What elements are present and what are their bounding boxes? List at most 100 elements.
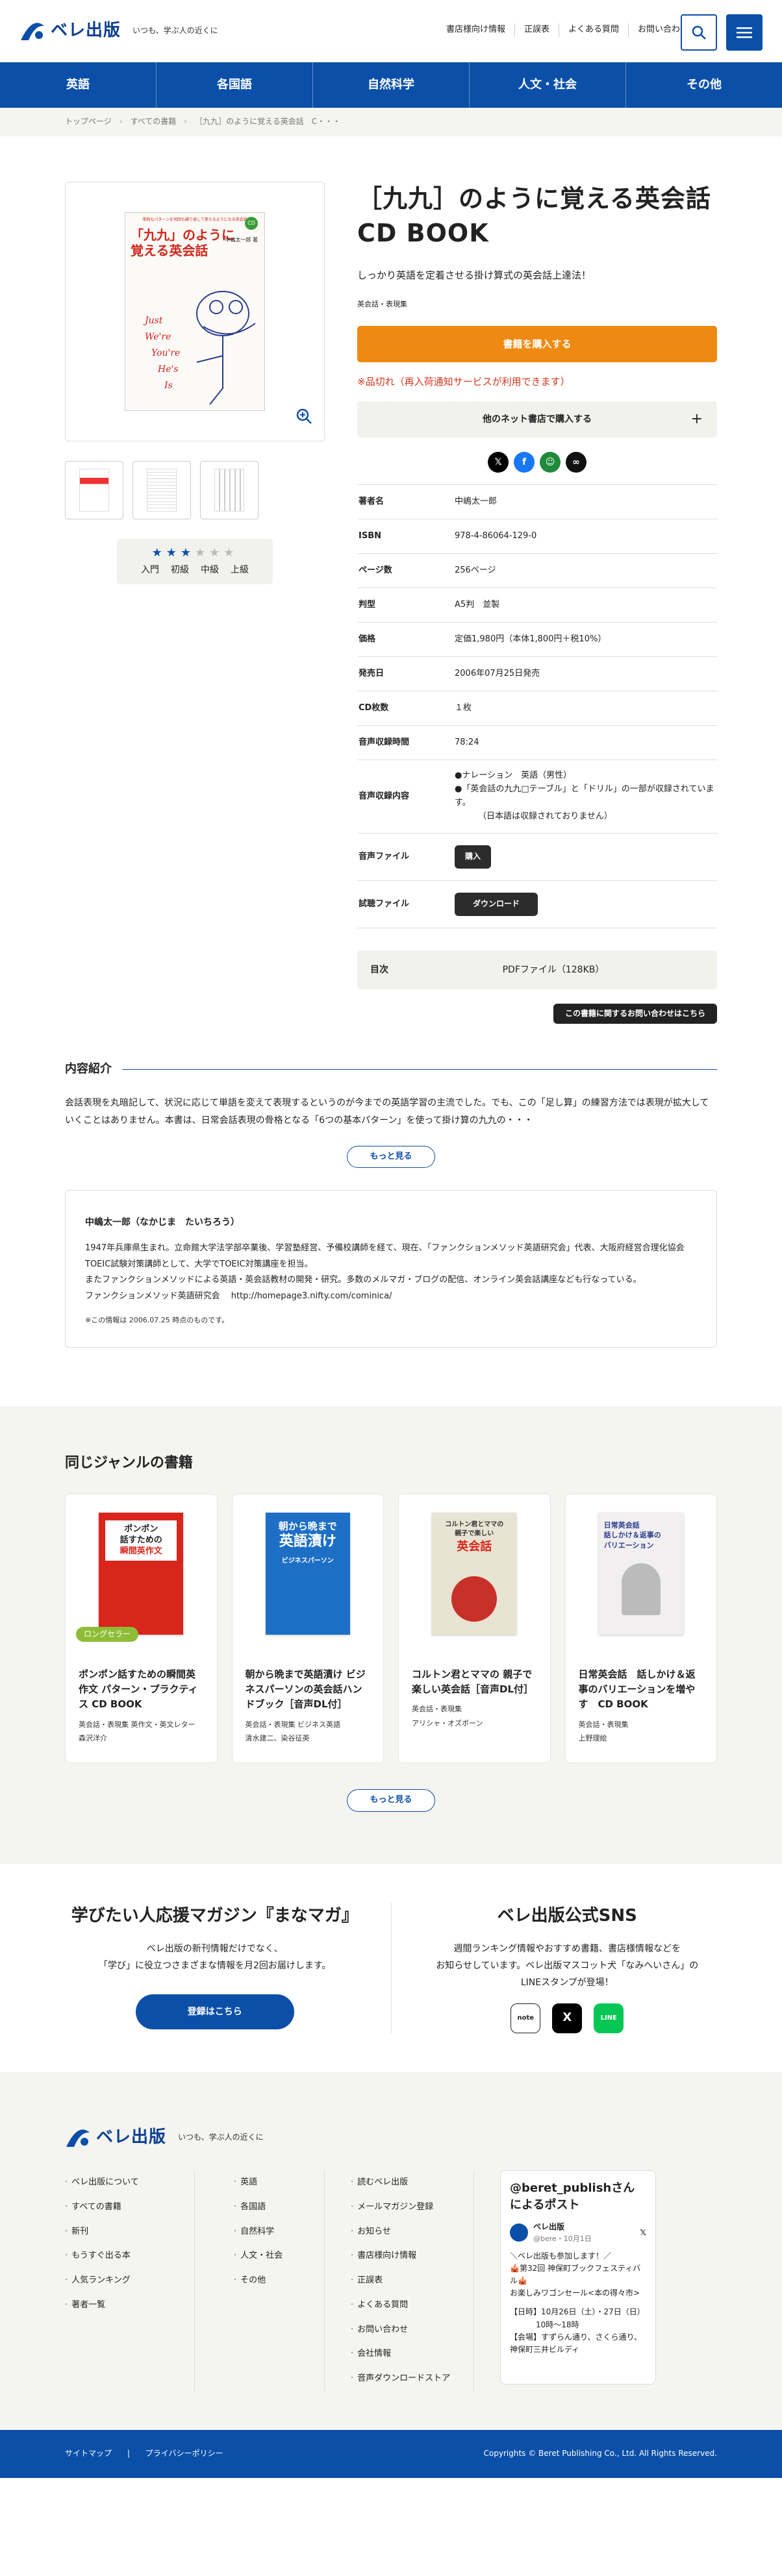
buy-button[interactable]: 書籍を購入する [357, 325, 717, 362]
breadcrumb-home[interactable]: トップページ [65, 116, 112, 128]
breadcrumb-all-books[interactable]: すべての書籍 [131, 116, 177, 128]
nav-languages[interactable]: 各国語 [157, 62, 313, 108]
cover-text: ビジネスパーソン [281, 1557, 334, 1565]
footer-link[interactable]: もうすぐ出る本 [65, 2244, 194, 2268]
inquiry-button[interactable]: この書籍に関するお問い合わせはこちら [553, 1003, 717, 1024]
privacy-link[interactable]: プライバシーポリシー [145, 2449, 223, 2458]
footer-link[interactable]: 自然科学 [234, 2220, 324, 2244]
footer-link[interactable]: すべての書籍 [65, 2195, 194, 2220]
book-card[interactable]: ポンポン 話すための 瞬間英作文 ロングセラー ポンポン話すための瞬間英作文 パ… [65, 1493, 218, 1763]
trial-download-button[interactable]: ダウンロード [455, 893, 538, 916]
nav-other[interactable]: その他 [626, 62, 782, 108]
spec-key: CD枚数 [359, 702, 389, 713]
audio-line: （日本語は収録されておりません） [478, 811, 612, 821]
plus-icon: + [690, 411, 703, 428]
author-name: 中嶋太一郎（なかじま たいちろう） [85, 1217, 240, 1228]
thumbnail[interactable] [65, 461, 123, 519]
star-filled-icon: ★ [180, 546, 195, 560]
related-more-button[interactable]: もっと見る [347, 1789, 435, 1812]
menu-button[interactable] [726, 14, 763, 51]
logo-icon [19, 21, 45, 42]
book-cover: 朝から晩まで 英語漬け ビジネスパーソン [265, 1512, 350, 1635]
footer-link[interactable]: よくある質問 [351, 2293, 473, 2318]
footer-link[interactable]: お知らせ [351, 2220, 473, 2244]
nav-science[interactable]: 自然科学 [313, 62, 470, 108]
header-link-bookstore[interactable]: 書店様向け情報 [437, 23, 514, 37]
footer-link[interactable]: 人気ランキング [65, 2268, 194, 2293]
cover-text: 親子で楽しい [455, 1530, 494, 1537]
footer-link[interactable]: 書店様向け情報 [351, 2244, 473, 2268]
header-link-faq[interactable]: よくある質問 [558, 23, 628, 37]
svg-text:Is: Is [164, 380, 173, 391]
book-cover: 単純なパターンを何回も繰り返して使えるようになる英会話 「九九」のように 覚える… [125, 212, 265, 411]
footer-link[interactable]: 会社情報 [351, 2342, 473, 2366]
star-empty-icon: ★ [195, 546, 210, 560]
search-icon [692, 25, 706, 40]
twitter-embed-heading: @beret_publishさんによるポスト [510, 2181, 635, 2212]
book-card[interactable]: 朝から晩まで 英語漬け ビジネスパーソン 朝から晩まで英語漬け ビジネスパーソン… [231, 1493, 384, 1763]
spec-format: A5判 並製 [455, 599, 500, 610]
main-product-image[interactable]: 単純なパターンを何回も繰り返して使えるようになる英会話 「九九」のように 覚える… [65, 182, 325, 441]
book-title: 朝から晩まで英語漬け ビジネスパーソンの英会話ハンドブック［音声DL付］ [245, 1668, 366, 1711]
footer-link[interactable]: 人文・社会 [234, 2244, 324, 2268]
footer-link[interactable]: 新刊 [65, 2220, 194, 2244]
out-of-stock-notice[interactable]: ※品切れ（再入荷通知サービスが利用できます） [357, 374, 717, 390]
footer-link[interactable]: 読むベレ出版 [351, 2170, 473, 2195]
footer-link[interactable]: 英語 [234, 2170, 324, 2195]
spec-cd-count: １枚 [455, 702, 472, 713]
thumbnail[interactable] [200, 461, 259, 519]
intro-text: 会話表現を丸暗記して、状況に応じて単語を変えて表現するというのが今までの英語学習… [65, 1097, 709, 1126]
spec-author[interactable]: 中嶋太一郎 [455, 489, 717, 515]
logo-text: ベレ出版 [96, 2127, 167, 2147]
zoom-icon[interactable] [296, 408, 312, 429]
footer-link[interactable]: その他 [234, 2268, 324, 2293]
footer-logo[interactable]: ベレ出版 いつも、学ぶ人の近くに [65, 2124, 717, 2151]
spec-key: 著者名 [359, 496, 385, 506]
toc-pdf-link[interactable]: PDFファイル（128KB） [455, 963, 717, 977]
nav-english[interactable]: 英語 [0, 62, 157, 108]
intro-more-button[interactable]: もっと見る [347, 1145, 435, 1169]
footer-link[interactable]: メールマガジン登録 [351, 2195, 473, 2220]
book-card[interactable]: コルトン君とママの 親子で楽しい 英会話 コルトン君とママの 親子で楽しい英会話… [398, 1493, 551, 1763]
tweet-text: ＼ベレ出版も参加します！／ [510, 2251, 612, 2260]
x-share-icon[interactable]: 𝕏 [488, 451, 509, 473]
facebook-share-icon[interactable]: f [514, 451, 535, 473]
audio-purchase-button[interactable]: 購入 [455, 845, 492, 869]
note-icon[interactable]: note [511, 2003, 541, 2033]
footer-link[interactable]: 各国語 [234, 2195, 324, 2220]
sns-block: ベレ出版公式SNS 週間ランキング情報やおすすめ書籍、書店様情報などを お知らせ… [418, 1903, 718, 2033]
link-copy-icon[interactable]: ∞ [566, 451, 586, 473]
footer-link[interactable]: 音声ダウンロードストア [351, 2366, 473, 2391]
logo[interactable]: ベレ出版 いつも、学ぶ人の近くに [19, 18, 218, 45]
book-title: 日常英会話 話しかけ＆返事のバリエーションを増やす CD BOOK [578, 1668, 696, 1711]
spec-key: 価格 [359, 634, 376, 644]
product-genre[interactable]: 英会話・表現集 [357, 299, 717, 310]
x-icon[interactable]: X [552, 2003, 583, 2033]
footer-link[interactable]: 著者一覧 [65, 2293, 194, 2318]
other-shops-accordion[interactable]: 他のネット書店で購入する + [357, 401, 717, 438]
spec-duration: 78:24 [455, 737, 479, 747]
cover-top-text: 単純なパターンを何回も繰り返して使えるようになる英会話 [142, 217, 247, 222]
tweet-handle: @bere・10月1日 [533, 2234, 592, 2243]
toc-label: 目次 [370, 964, 388, 975]
sns-text: お知らせしています。ベレ出版マスコット犬「なみへいさん」の [436, 1961, 699, 1972]
toc-row: 目次 PDFファイル（128KB） [357, 950, 717, 989]
cover-text: 英語漬け [279, 1533, 336, 1550]
footer-link[interactable]: お問い合わせ [351, 2318, 473, 2342]
footer-link[interactable]: 正誤表 [351, 2268, 473, 2293]
product-section: 単純なパターンを何回も繰り返して使えるようになる英会話 「九九」のように 覚える… [65, 136, 717, 1024]
sitemap-link[interactable]: サイトマップ [65, 2449, 112, 2458]
footer-link[interactable]: ベレ出版について [65, 2170, 194, 2195]
header-link-errata[interactable]: 正誤表 [514, 23, 559, 37]
spec-key: ページ数 [359, 565, 392, 575]
twitter-embed[interactable]: @beret_publishさんによるポスト ベレ出版 @bere・10月1日 𝕏… [500, 2170, 656, 2385]
book-card[interactable]: 日常英会話 話しかけ＆返事の バリエーション 日常英会話 話しかけ＆返事のバリエ… [564, 1493, 717, 1763]
search-button[interactable] [681, 14, 717, 51]
line-icon[interactable]: LINE [594, 2003, 624, 2033]
newsletter-register-button[interactable]: 登録はこちら [135, 1994, 294, 2030]
nav-humanities[interactable]: 人文・社会 [470, 62, 626, 108]
tweet-text: 10時〜18時 [536, 2320, 579, 2329]
spec-key: 試聴ファイル [359, 898, 410, 909]
line-share-icon[interactable]: ☺ [540, 451, 561, 473]
thumbnail[interactable] [132, 461, 191, 519]
